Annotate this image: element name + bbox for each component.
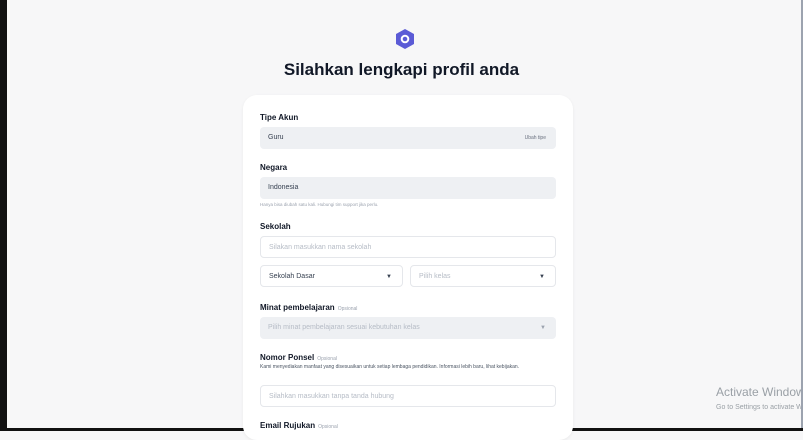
optional-tag: Opsional (318, 424, 338, 430)
phone-input[interactable]: Silahkan masukkan tanpa tanda hubung (260, 385, 556, 407)
phone-placeholder: Silahkan masukkan tanpa tanda hubung (269, 393, 394, 400)
referral-email-label: Email Rujukan Opsional (260, 421, 338, 430)
interest-label: Minat pembelajaran Opsional (260, 303, 357, 312)
phone-label: Nomor Ponsel Opsional (260, 353, 337, 362)
hexagon-logo-icon (394, 28, 416, 50)
activation-title: Activate Windows (716, 385, 801, 399)
interest-placeholder: Pilih minat pembelajaran sesuai kebutuha… (268, 324, 420, 331)
country-label: Negara (260, 163, 288, 172)
school-label: Sekolah (260, 222, 291, 231)
account-type-field: Guru Ubah tipe (260, 127, 556, 149)
page-title: Silahkan lengkapi profil anda (283, 60, 520, 79)
class-select[interactable]: Pilih kelas ▼ (410, 265, 556, 287)
country-hint: Hanya bisa diubah satu kali. Hubungi tim… (260, 202, 379, 207)
windows-activation-watermark: Activate Windows Go to Settings to activ… (716, 385, 801, 411)
class-placeholder: Pilih kelas (419, 273, 451, 280)
interest-label-text: Minat pembelajaran (260, 303, 335, 312)
activation-subtitle: Go to Settings to activate Windows. (716, 404, 801, 411)
change-type-link[interactable]: Ubah tipe (525, 135, 546, 141)
chevron-down-icon: ▼ (386, 274, 392, 280)
phone-label-text: Nomor Ponsel (260, 353, 315, 362)
optional-tag: Opsional (317, 356, 337, 362)
account-type-value: Guru (268, 134, 284, 141)
chevron-down-icon: ▼ (540, 325, 546, 331)
school-level-value: Sekolah Dasar (269, 273, 315, 280)
chevron-down-icon: ▼ (539, 274, 545, 280)
optional-tag: Opsional (337, 306, 358, 312)
country-value: Indonesia (268, 184, 299, 191)
school-level-select[interactable]: Sekolah Dasar ▼ (260, 265, 403, 287)
account-type-label: Tipe Akun (260, 113, 299, 122)
country-field: Indonesia (260, 177, 556, 199)
phone-description: Kami menyediakan manfaat yang disesuaika… (260, 364, 520, 370)
school-name-placeholder: Silakan masukkan nama sekolah (269, 244, 372, 251)
profile-form-card: Tipe Akun Guru Ubah tipe Negara Indonesi… (243, 95, 573, 440)
referral-email-label-text: Email Rujukan (260, 421, 316, 430)
interest-select[interactable]: Pilih minat pembelajaran sesuai kebutuha… (260, 317, 556, 339)
school-name-input[interactable]: Silakan masukkan nama sekolah (260, 236, 556, 258)
